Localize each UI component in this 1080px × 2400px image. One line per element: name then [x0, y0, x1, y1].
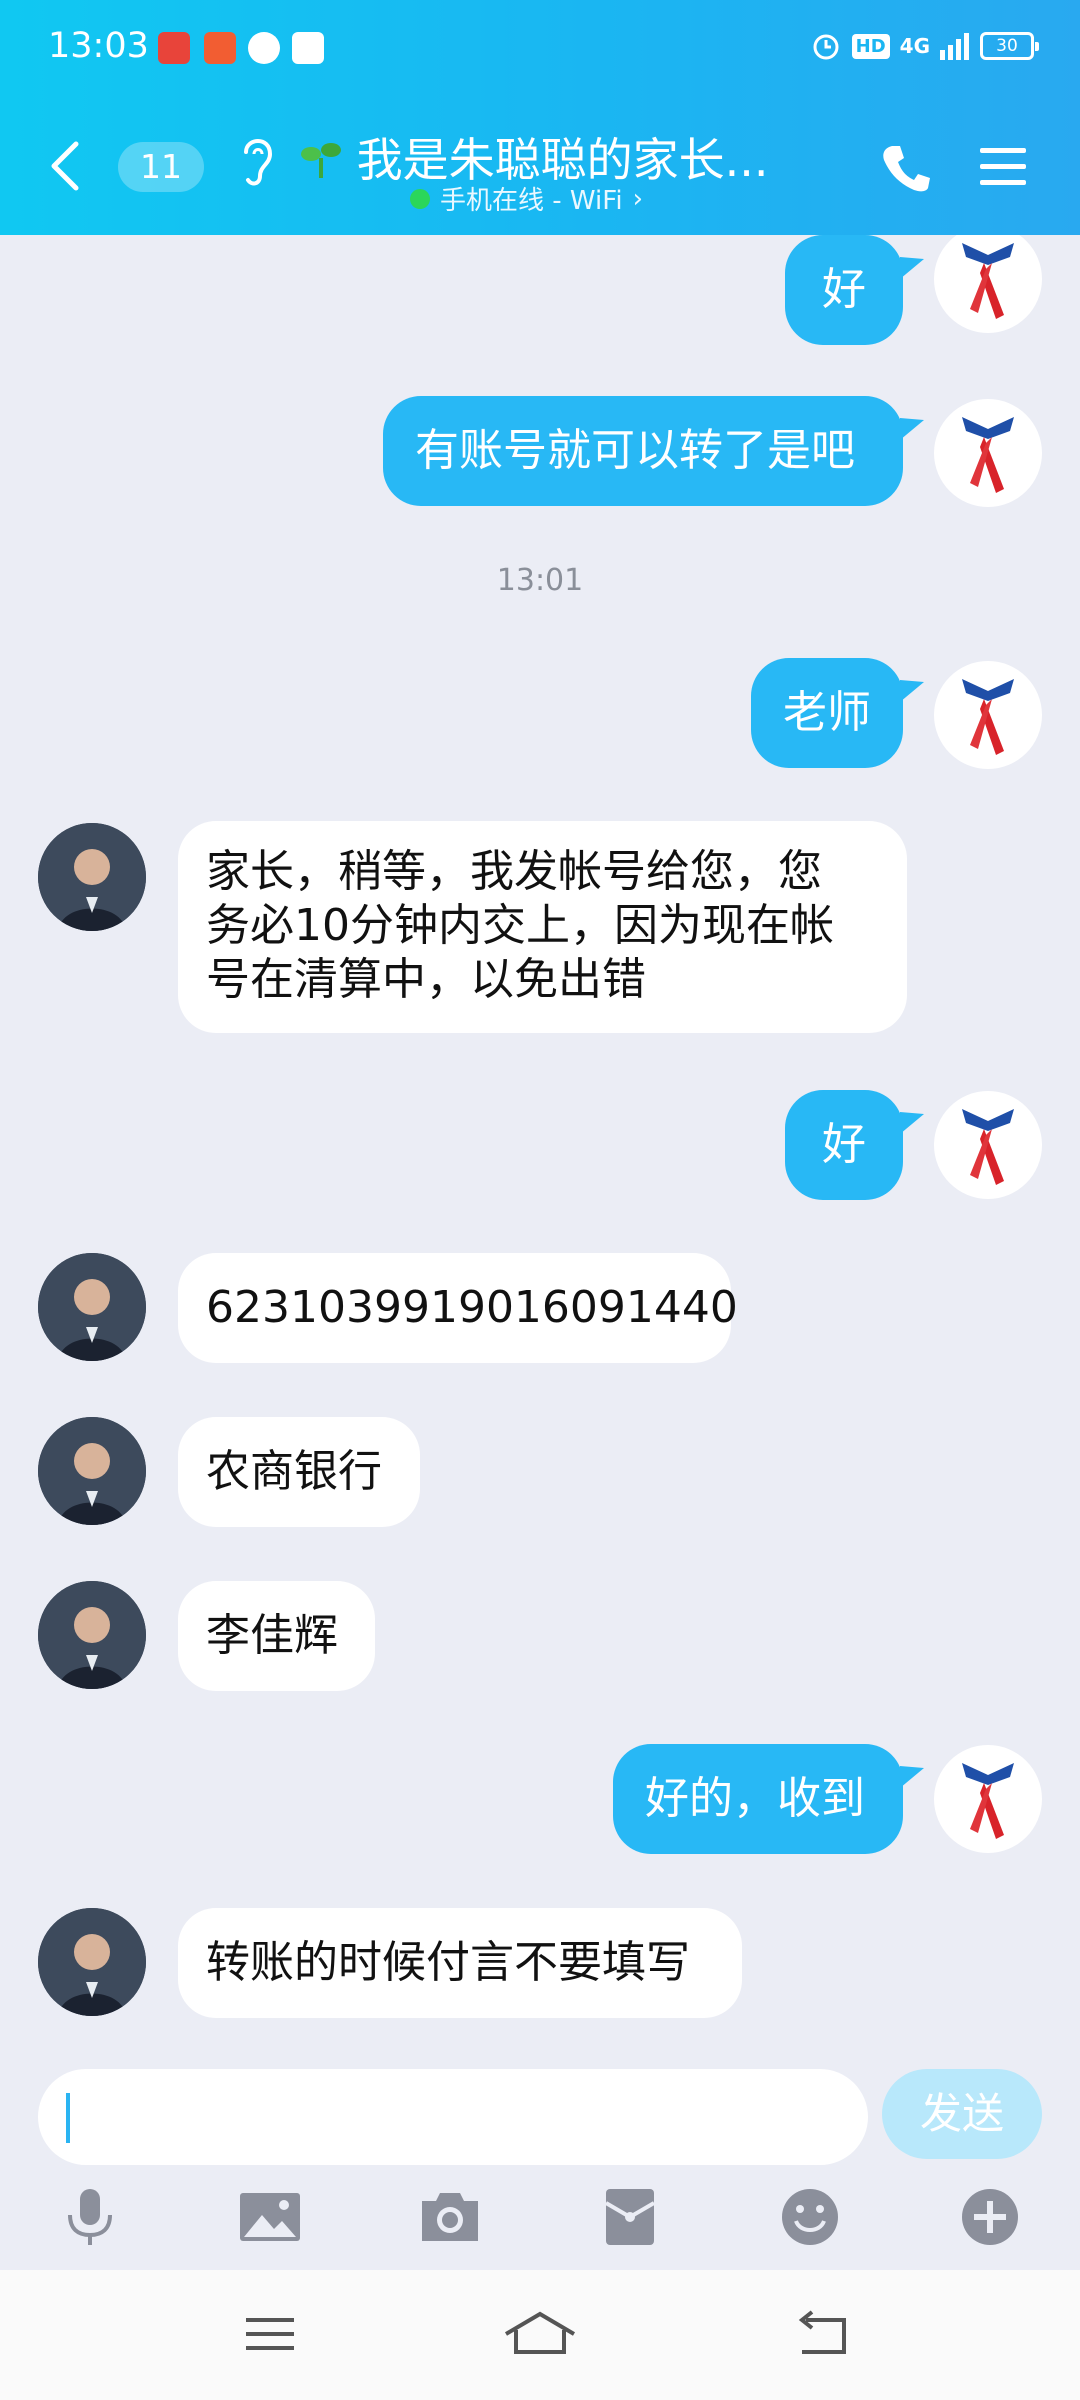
- message-bubble-received[interactable]: 转账的时候付言不要填写: [178, 1908, 742, 2018]
- message-bubble-received[interactable]: 李佳辉: [178, 1581, 375, 1691]
- earpiece-mode-icon[interactable]: [238, 130, 278, 190]
- person-photo-icon: [38, 1581, 146, 1689]
- status-icons: HD 4G 30: [810, 30, 1039, 62]
- my-avatar[interactable]: [934, 1745, 1042, 1853]
- status-bar: 13:03 HD 4G 30: [0, 0, 1080, 100]
- bubble-tail: [900, 1112, 924, 1134]
- message-bubble-sent[interactable]: 好: [785, 235, 903, 345]
- message-line: 号在清算中，以免出错: [206, 954, 646, 1005]
- composer: 发送: [0, 2045, 1080, 2270]
- chat-title-row: 11 我是朱聪聪的家长... 手机在线 - WiFi ›: [0, 120, 1080, 220]
- send-button[interactable]: 发送: [882, 2069, 1042, 2159]
- red-scarf-icon: [962, 243, 1014, 319]
- qq-app-icon: [292, 32, 324, 64]
- microphone-icon[interactable]: [58, 2185, 122, 2249]
- back-nav-icon[interactable]: [792, 2306, 852, 2362]
- message-line: 家长，稍等，我发帐号给您，您: [206, 846, 822, 897]
- alarm-icon: [813, 34, 839, 60]
- emoji-icon[interactable]: [778, 2185, 842, 2249]
- chevron-right-icon: ›: [632, 183, 643, 214]
- battery-icon: 30: [980, 32, 1039, 60]
- signal-icon: [940, 33, 969, 60]
- red-scarf-icon: [962, 679, 1014, 755]
- status-time: 13:03: [48, 26, 149, 66]
- message-line: 务必10分钟内交上，因为现在帐: [206, 900, 834, 951]
- message-bubble-received[interactable]: 家长，稍等，我发帐号给您，您 务必10分钟内交上，因为现在帐 号在清算中，以免出…: [178, 821, 907, 1033]
- my-avatar[interactable]: [934, 661, 1042, 769]
- message-bubble-received[interactable]: 农商银行: [178, 1417, 420, 1527]
- my-avatar[interactable]: [934, 1091, 1042, 1199]
- red-packet-icon[interactable]: [598, 2185, 662, 2249]
- plus-icon[interactable]: [958, 2185, 1022, 2249]
- message-input[interactable]: [38, 2069, 868, 2165]
- red-scarf-icon: [962, 1763, 1014, 1839]
- contact-avatar[interactable]: [38, 1908, 146, 2016]
- phone-call-icon[interactable]: [880, 142, 932, 194]
- home-icon[interactable]: [502, 2306, 578, 2362]
- red-scarf-icon: [962, 1109, 1014, 1185]
- contact-avatar[interactable]: [38, 1253, 146, 1361]
- message-bubble-sent[interactable]: 有账号就可以转了是吧: [383, 396, 903, 506]
- recent-apps-icon[interactable]: [240, 2306, 300, 2362]
- message-bubble-received[interactable]: 6231039919016091440: [178, 1253, 738, 1363]
- chat-title-text: 我是朱聪聪的家长...: [356, 133, 769, 187]
- message-timestamp: 13:01: [496, 563, 584, 598]
- my-avatar[interactable]: [934, 235, 1042, 333]
- person-photo-icon: [38, 1908, 146, 2016]
- person-photo-icon: [38, 1253, 146, 1361]
- system-navigation-bar: [0, 2270, 1080, 2400]
- contact-avatar[interactable]: [38, 1581, 146, 1689]
- chat-header: 13:03 HD 4G 30 11 我是朱聪聪的家长... 手机在线 - WiF…: [0, 0, 1080, 235]
- unread-badge[interactable]: 11: [118, 142, 204, 192]
- hd-icon: HD: [851, 33, 890, 59]
- network-icon: 4G: [899, 34, 930, 58]
- person-photo-icon: [38, 1417, 146, 1525]
- message-list[interactable]: 好 有账号就可以转了是吧 13:01 老师 家长，稍等，我发帐号给您，您 务必1…: [0, 235, 1080, 2045]
- battery-level: 30: [996, 36, 1018, 56]
- contact-avatar[interactable]: [38, 823, 146, 931]
- contact-avatar[interactable]: [38, 1417, 146, 1525]
- my-avatar[interactable]: [934, 399, 1042, 507]
- message-bubble-sent[interactable]: 好: [785, 1090, 903, 1200]
- camera-icon[interactable]: [418, 2185, 482, 2249]
- message-bubble-sent[interactable]: 老师: [751, 658, 903, 768]
- message-app-icon: [248, 32, 280, 64]
- bubble-tail: [900, 418, 924, 440]
- online-dot-icon: [410, 188, 430, 209]
- bubble-tail: [900, 1766, 924, 1788]
- text-cursor: [66, 2093, 70, 2143]
- bubble-tail: [900, 680, 924, 702]
- bubble-tail: [900, 257, 924, 279]
- back-icon[interactable]: [42, 138, 88, 194]
- composer-toolbar: [0, 2185, 1080, 2265]
- person-photo-icon: [38, 823, 146, 931]
- image-icon[interactable]: [238, 2185, 302, 2249]
- red-scarf-icon: [962, 417, 1014, 493]
- news-app-icon: [204, 32, 236, 64]
- more-menu-icon[interactable]: [978, 144, 1028, 190]
- online-status-text: 手机在线 - WiFi: [440, 186, 623, 216]
- sprout-icon: [301, 143, 341, 178]
- online-status[interactable]: 手机在线 - WiFi ›: [410, 180, 643, 217]
- message-bubble-sent[interactable]: 好的，收到: [613, 1744, 903, 1854]
- toutiao-app-icon: [158, 32, 190, 64]
